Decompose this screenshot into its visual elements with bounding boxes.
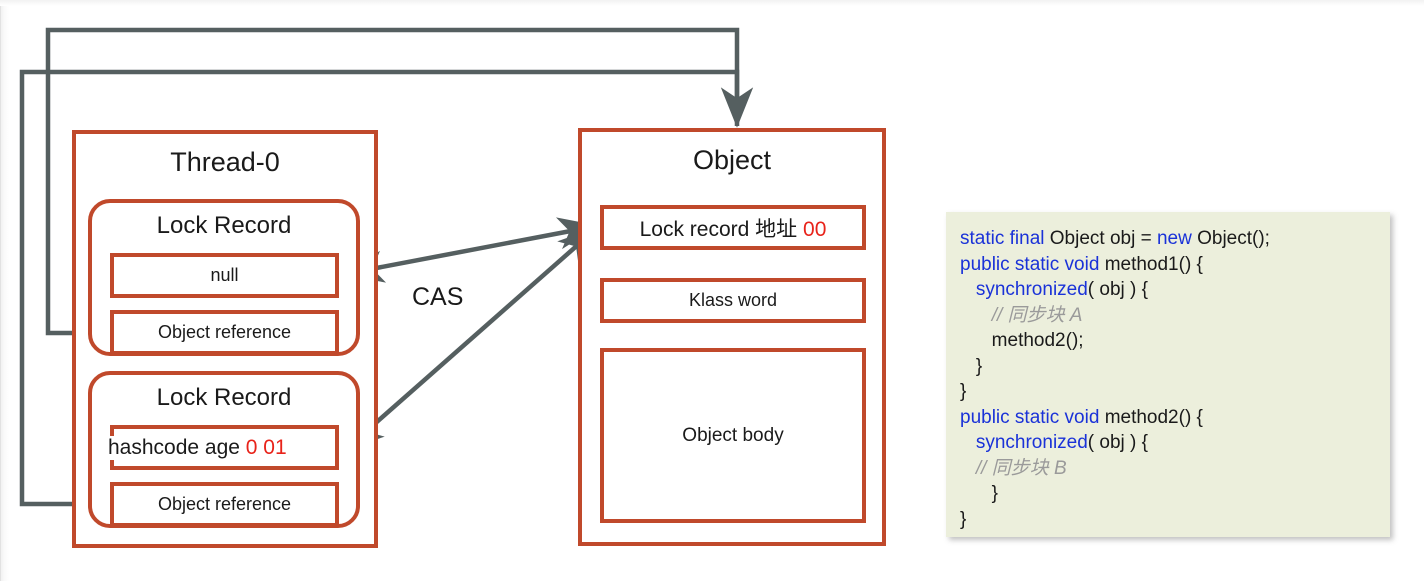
- object-klass-word-text: Klass word: [688, 290, 778, 310]
- diagram-canvas: Thread-0 Lock Record null Object referen…: [0, 0, 1424, 581]
- object-panel-title: Object: [692, 145, 772, 175]
- page-edge-top: [0, 0, 1424, 6]
- thread-panel-title: Thread-0: [170, 147, 280, 177]
- object-body-text: Object body: [682, 424, 784, 446]
- code-keyword: public static void: [960, 253, 1105, 275]
- code-comment: // 同步块 B: [975, 457, 1067, 479]
- mark-word-label: Lock record: [639, 217, 756, 241]
- lock-record-1-mark-word-text: null: [210, 265, 239, 285]
- cas-label: CAS: [412, 283, 464, 311]
- object-mark-word-text: Lock record 地址 00: [640, 213, 827, 243]
- code-keyword: public static void: [960, 406, 1105, 428]
- lock-record-2-object-reference-text: Object reference: [157, 494, 292, 514]
- page-edge-left: [0, 0, 9, 581]
- object-body: Object body: [600, 348, 866, 523]
- lock-record-1-title: Lock Record: [156, 212, 292, 239]
- code-text: Object();: [1197, 228, 1270, 249]
- lock-record-2-object-reference: Object reference: [110, 482, 339, 527]
- code-line: public static void method1() {: [960, 252, 1374, 278]
- code-line: synchronized( obj ) {: [960, 277, 1374, 303]
- object-klass-word: Klass word: [600, 278, 866, 323]
- mark-word-bits: 0 01: [245, 435, 287, 459]
- code-line: }: [960, 379, 1374, 405]
- code-text: method2();: [960, 330, 1084, 351]
- mark-word-value: 00: [803, 217, 827, 241]
- wire-cas-upper: [343, 217, 599, 283]
- code-text: ( obj ) {: [1087, 279, 1148, 300]
- lock-record-1-object-reference-text: Object reference: [157, 322, 292, 342]
- code-text: }: [960, 508, 967, 530]
- code-line: method2();: [960, 328, 1374, 354]
- lock-record-2-mark-word-text: hashcode age 0 01: [106, 435, 289, 460]
- code-text: }: [960, 355, 983, 377]
- code-text: method2() {: [1104, 406, 1203, 428]
- code-comment: // 同步块 A: [991, 304, 1083, 326]
- mark-word-prefix: hashcode age: [108, 435, 246, 459]
- lock-record-2-title: Lock Record: [156, 384, 292, 411]
- object-mark-word: Lock record 地址 00: [600, 205, 866, 250]
- lock-record-1-object-reference: Object reference: [110, 310, 339, 355]
- lock-record-1-mark-word: null: [110, 253, 339, 298]
- code-text: ( obj ) {: [1087, 432, 1148, 453]
- code-text: }: [960, 381, 967, 402]
- code-line: public static void method2() {: [960, 405, 1374, 431]
- code-keyword: synchronized: [975, 432, 1088, 453]
- code-line: static final Object obj = new Object();: [960, 226, 1374, 252]
- code-keyword: static final: [960, 228, 1050, 249]
- code-line: // 同步块 A: [960, 303, 1374, 329]
- code-lines: static final Object obj = new Object(); p…: [960, 226, 1374, 532]
- code-line: }: [960, 481, 1374, 507]
- code-text: }: [960, 483, 999, 504]
- code-text: method1() {: [1104, 253, 1203, 275]
- code-text: Object obj =: [1049, 228, 1157, 249]
- code-line: synchronized( obj ) {: [960, 430, 1374, 456]
- code-line: }: [960, 354, 1374, 380]
- code-keyword: synchronized: [975, 279, 1088, 300]
- code-keyword: new: [1156, 228, 1198, 249]
- mark-word-label-cjk: 地址: [755, 217, 804, 241]
- wire-cas-lower: [343, 226, 599, 452]
- lock-record-2-mark-word: hashcode age 0 01: [106, 425, 339, 470]
- code-line: // 同步块 B: [960, 456, 1374, 482]
- code-snippet-panel: static final Object obj = new Object(); p…: [946, 212, 1390, 537]
- code-line: }: [960, 507, 1374, 533]
